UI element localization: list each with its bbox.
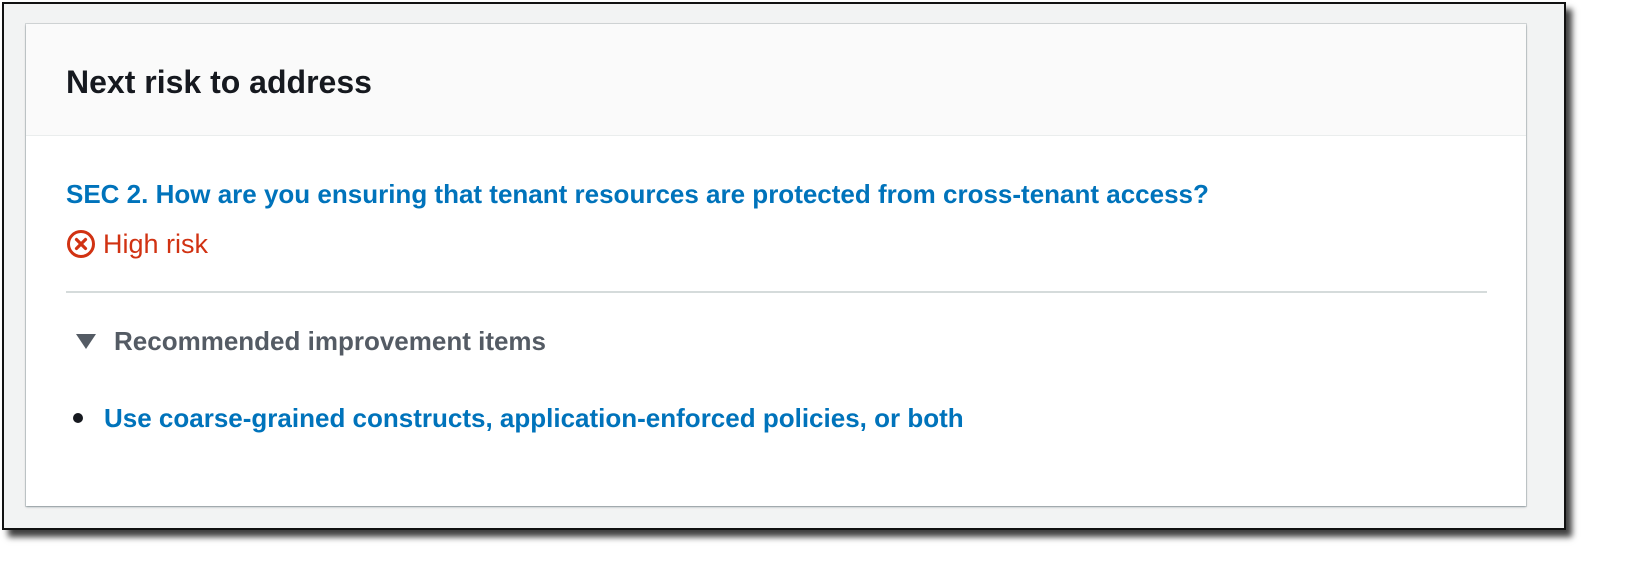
bullet-icon: [73, 413, 83, 423]
panel-header: Next risk to address: [26, 24, 1526, 136]
risk-status: High risk: [66, 226, 208, 262]
question-link[interactable]: SEC 2. How are you ensuring that tenant …: [66, 176, 1209, 212]
improvement-item-link[interactable]: Use coarse-grained constructs, applicati…: [104, 400, 964, 436]
expander-label: Recommended improvement items: [114, 326, 547, 356]
caret-down-icon: [74, 331, 98, 351]
screenshot-frame: Next risk to address SEC 2. How are you …: [2, 2, 1566, 530]
panel-title: Next risk to address: [66, 64, 372, 100]
recommended-items-expander[interactable]: Recommended improvement items: [74, 322, 546, 360]
x-circle-icon: [66, 229, 96, 259]
next-risk-panel: Next risk to address SEC 2. How are you …: [26, 24, 1526, 506]
improvement-list: Use coarse-grained constructs, applicati…: [66, 400, 964, 436]
divider: [66, 291, 1487, 293]
list-item: Use coarse-grained constructs, applicati…: [66, 400, 964, 436]
risk-label: High risk: [103, 229, 209, 259]
